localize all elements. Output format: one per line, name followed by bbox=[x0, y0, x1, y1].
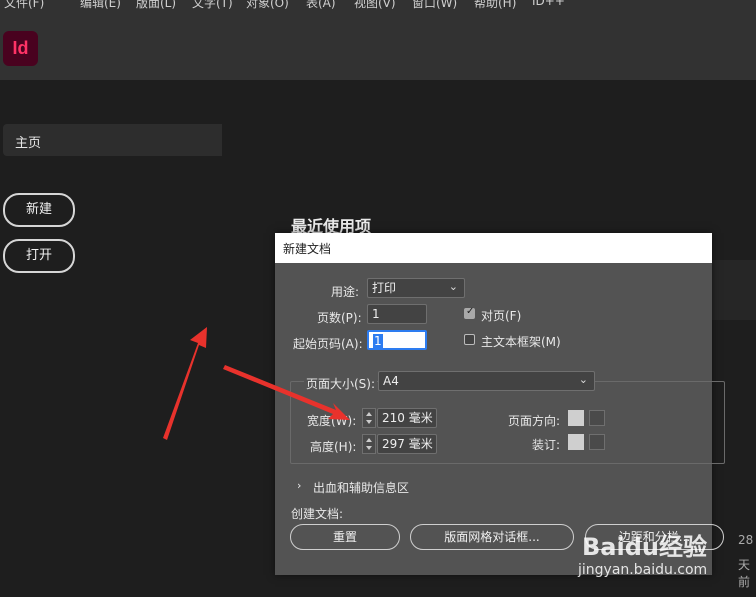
annotation-arrows bbox=[163, 327, 350, 440]
baidu-watermark-url: jingyan.baidu.com bbox=[578, 562, 708, 578]
arrow-up-icon bbox=[163, 327, 207, 440]
arrow-right-icon bbox=[223, 365, 350, 420]
baidu-watermark: Baidu经验 bbox=[582, 533, 707, 561]
